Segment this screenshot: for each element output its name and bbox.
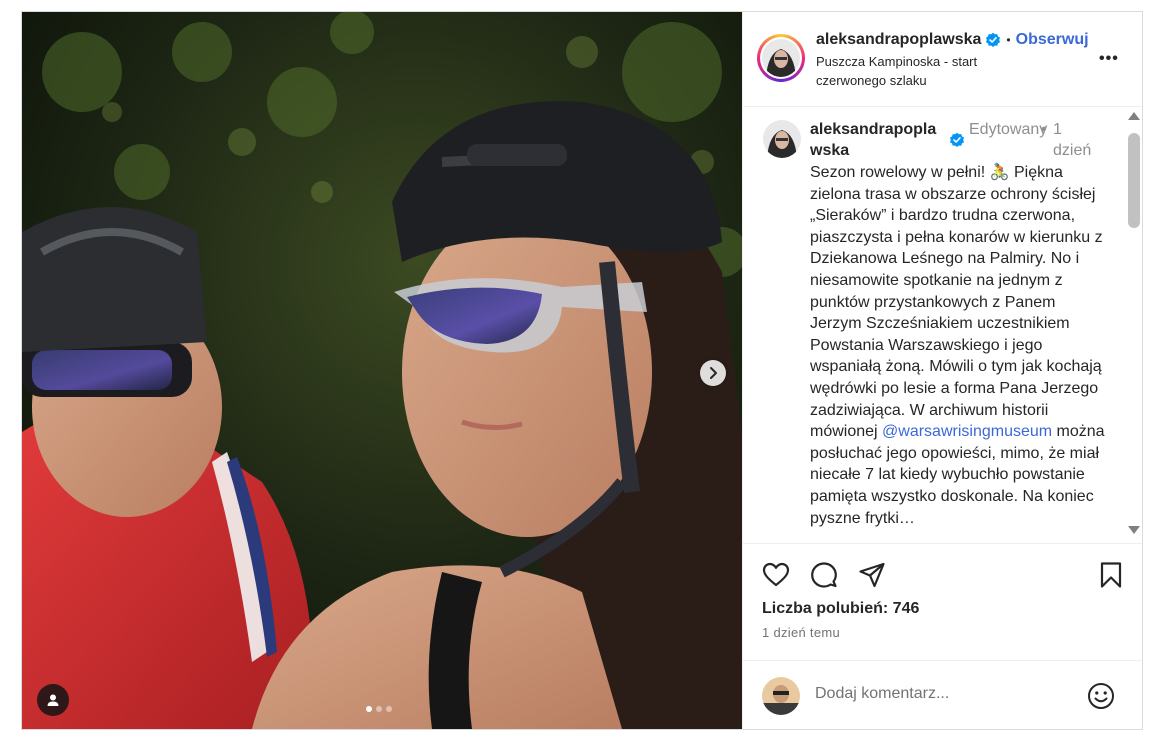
next-photo-button[interactable] [700, 360, 726, 386]
carousel-dot [366, 706, 372, 712]
post-photo[interactable] [22, 12, 742, 729]
share-icon[interactable] [858, 561, 886, 589]
emoji-smile-icon[interactable] [1087, 682, 1115, 710]
user-tag-icon [47, 694, 59, 706]
follow-button[interactable]: Obserwuj [1016, 31, 1089, 49]
caption-text-part: Sezon rowelowy w pełni! 🚴 Piękna zielona… [810, 164, 1103, 441]
caption-timestamp[interactable]: 1 dzień [1053, 119, 1099, 161]
caption-author-avatar[interactable] [763, 120, 801, 158]
scroll-up-arrow[interactable] [1127, 110, 1141, 122]
post-header: aleksandrapoplawska • Obserwuj Puszcza K… [743, 12, 1142, 107]
post-location[interactable]: Puszcza Kampinoska - start czerwonego sz… [816, 52, 1026, 90]
author-avatar[interactable] [757, 34, 805, 82]
verified-badge-icon [950, 132, 964, 147]
current-user-avatar [762, 677, 800, 715]
action-bar [743, 543, 1142, 604]
mention-link[interactable]: @warsawrisingmuseum [882, 423, 1052, 440]
avatar-image [762, 39, 800, 77]
heart-icon[interactable] [762, 561, 790, 589]
author-username[interactable]: aleksandrapoplawska [816, 31, 981, 49]
instagram-post: aleksandrapoplawska • Obserwuj Puszcza K… [21, 11, 1143, 730]
post-time-ago[interactable]: 1 dzień temu [762, 625, 840, 640]
scroll-down-arrow[interactable] [1127, 524, 1141, 536]
carousel-dot [376, 706, 382, 712]
caption-text: Sezon rowelowy w pełni! 🚴 Piękna zielona… [810, 162, 1110, 529]
comment-icon[interactable] [810, 561, 838, 589]
bookmark-icon[interactable] [1097, 561, 1125, 589]
tagged-users-button[interactable] [37, 684, 69, 716]
header-separator: • [1006, 33, 1011, 47]
caption-separator: • [1041, 121, 1047, 138]
photo-illustration [22, 12, 742, 729]
more-options-button[interactable]: ••• [1099, 50, 1119, 68]
carousel-indicator [366, 706, 392, 712]
verified-badge-icon [986, 32, 1001, 47]
add-comment-bar [743, 660, 1142, 729]
likes-count[interactable]: Liczba polubień: 746 [762, 600, 919, 618]
scrollbar-thumb[interactable] [1128, 133, 1140, 228]
caption-username[interactable]: aleksandrapoplawska [810, 119, 942, 161]
add-comment-input[interactable] [815, 685, 1075, 703]
chevron-right-icon [710, 367, 717, 379]
post-side-panel: aleksandrapoplawska • Obserwuj Puszcza K… [742, 12, 1142, 729]
carousel-dot [386, 706, 392, 712]
caption-area: aleksandrapoplawska Edytowany • 1 dzień … [743, 107, 1142, 543]
author-line: aleksandrapoplawska • Obserwuj [816, 31, 1089, 49]
edited-label: Edytowany [969, 121, 1048, 138]
